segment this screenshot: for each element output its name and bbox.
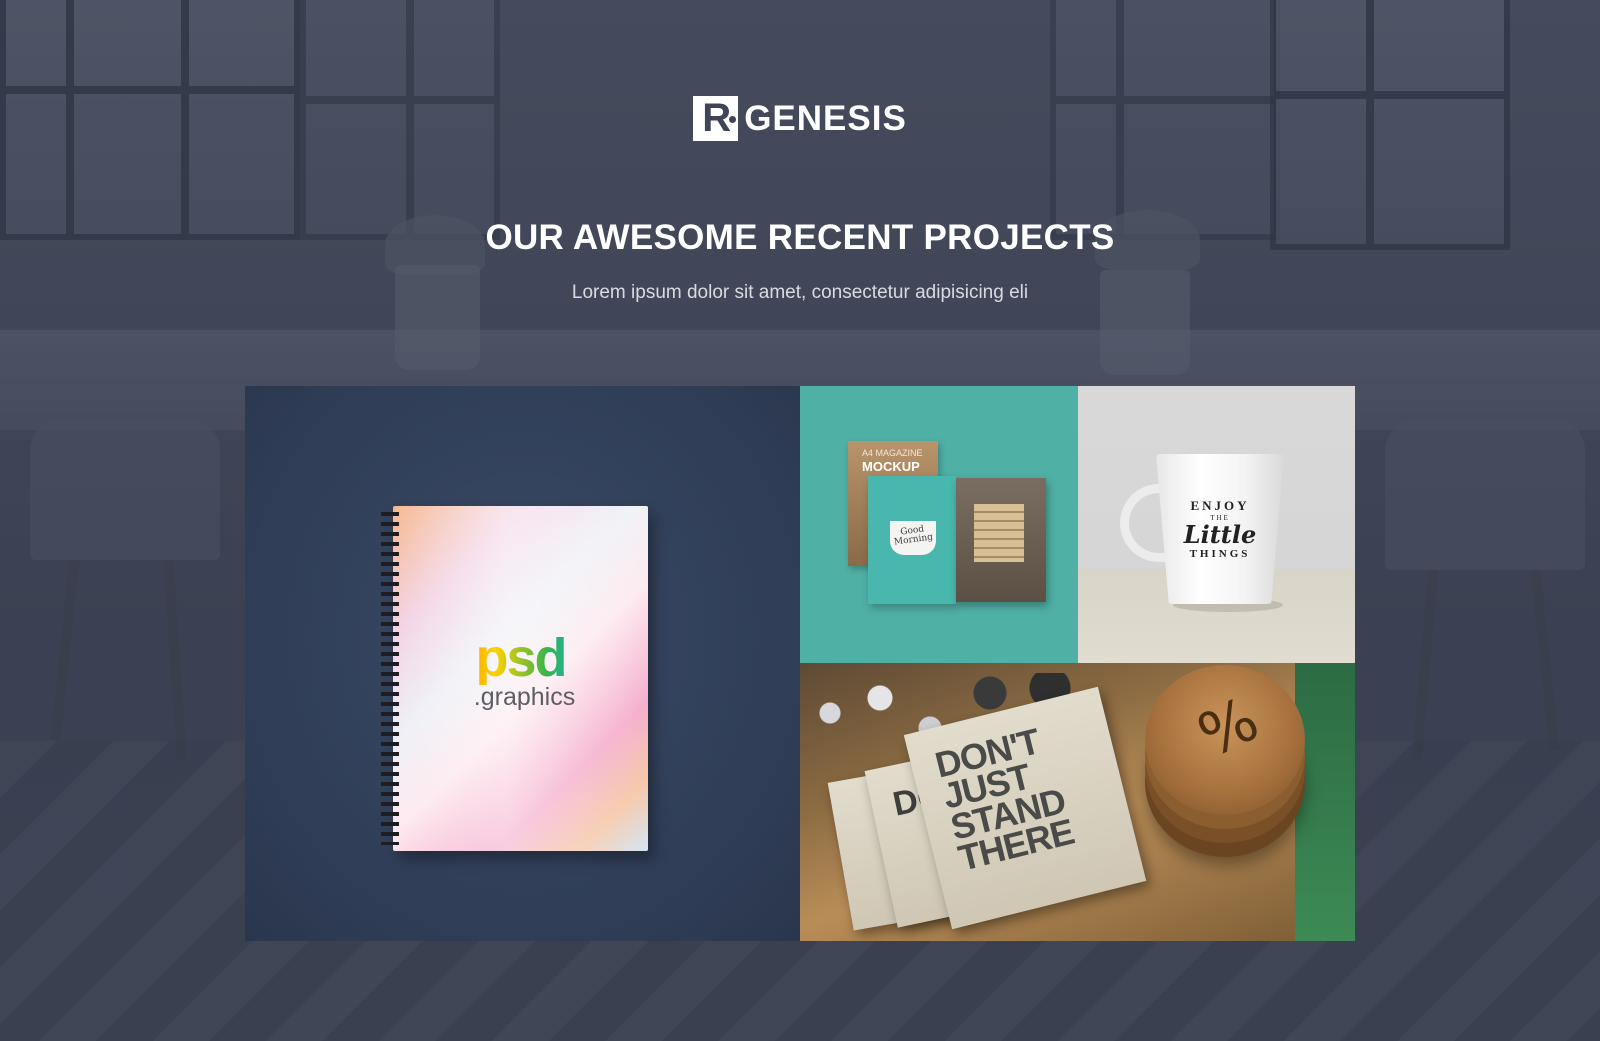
notebook-brand-main: psd	[393, 631, 648, 685]
projects-grid: psd .graphics A4 MAGAZINE MOCKUP Good Mo…	[245, 386, 1355, 941]
magazine-label-main: MOCKUP	[862, 459, 920, 474]
jenga-photo	[974, 504, 1024, 562]
site-header: R GENESIS	[0, 96, 1600, 141]
magazine-right-page	[956, 478, 1046, 602]
logo-mark-icon: R	[693, 96, 739, 141]
mug-line-3: Little	[1183, 520, 1257, 549]
mug-line-4: THINGS	[1189, 548, 1251, 560]
mug-print: ENJOY THE Little THINGS	[1156, 498, 1284, 560]
brand-name: GENESIS	[744, 98, 907, 138]
project-tile-notebooks-wood[interactable]: DO L WE DON'T JUST STAND THERE %	[800, 663, 1355, 941]
notebook-brand-sub: .graphics	[473, 683, 576, 711]
project-tile-notebook[interactable]: psd .graphics	[245, 386, 800, 941]
background-chair-right	[1385, 420, 1585, 570]
notebook-brand: psd .graphics	[393, 631, 648, 711]
section-subtitle: Lorem ipsum dolor sit amet, consectetur …	[571, 282, 1029, 303]
section-title: OUR AWESOME RECENT PROJECTS	[485, 218, 1115, 257]
mug-line-1: ENJOY	[1190, 498, 1250, 513]
notebook-mockup-image: psd .graphics	[381, 506, 648, 851]
brand-logo[interactable]: R GENESIS	[693, 96, 907, 141]
project-tile-mug[interactable]: ENJOY THE Little THINGS	[1078, 386, 1355, 663]
background-chair-left	[30, 420, 220, 560]
project-tile-magazine[interactable]: A4 MAGAZINE MOCKUP Good Morning	[800, 386, 1078, 663]
magazine-label-small: A4 MAGAZINE	[862, 448, 923, 458]
